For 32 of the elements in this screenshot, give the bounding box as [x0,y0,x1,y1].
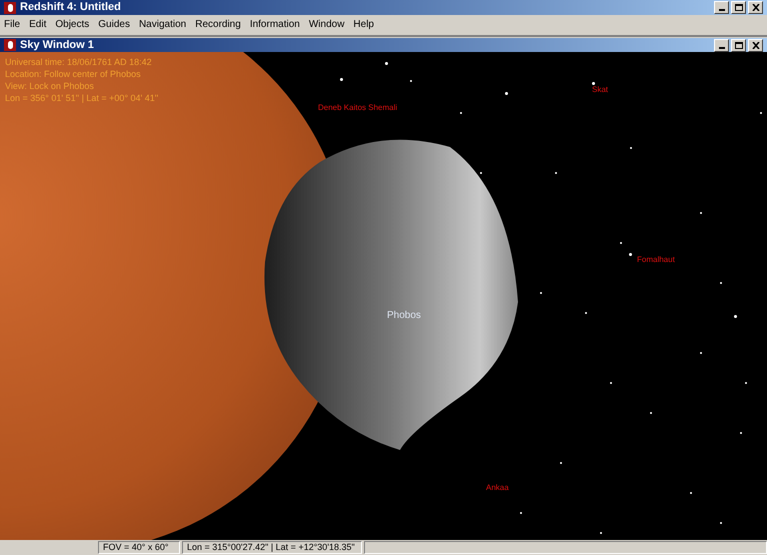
window-title: Redshift 4: Untitled [20,0,122,16]
menu-item[interactable]: Recording [195,16,241,32]
maximize-button[interactable] [731,1,746,14]
star-label: Deneb Kaitos Shemali [318,102,398,114]
fov-status: FOV = 40° x 60° [98,541,180,554]
info-text: Lon = 356° 01' 51'' | Lat = +00° 04' 41'' [5,92,158,104]
close-button[interactable] [748,38,763,52]
info-text: Location: Follow center of Phobos [5,68,142,80]
close-button[interactable] [748,1,763,14]
minimize-button[interactable] [714,1,729,14]
menu-item[interactable]: Navigation [138,16,186,32]
info-text: Universal time: 18/06/1761 AD 18:42 [5,56,153,68]
info-text: View: Lock on Phobos [5,80,95,92]
close-icon [752,42,760,48]
minimize-button[interactable] [714,38,729,52]
star-label: Fomalhaut [637,254,675,266]
menu-item[interactable]: Help [353,16,374,32]
app-icon [4,2,16,14]
restore-button[interactable] [731,38,746,52]
app-icon [4,39,16,51]
moon-label: Phobos [387,309,421,323]
star-label: Ankaa [486,482,509,494]
menu-item[interactable]: File [4,16,20,32]
window-title: Sky Window 1 [20,38,95,53]
menu-item[interactable]: Edit [29,16,46,32]
menu-item[interactable]: Objects [55,16,90,32]
star-label: Skat [592,84,608,96]
menu-item[interactable]: Window [308,16,344,32]
menu-item[interactable]: Information [250,16,300,32]
close-icon [752,4,760,11]
menu-item[interactable]: Guides [98,16,130,32]
position-status: Lon = 315°00'27.42" | Lat = +12°30'18.35" [182,541,362,554]
